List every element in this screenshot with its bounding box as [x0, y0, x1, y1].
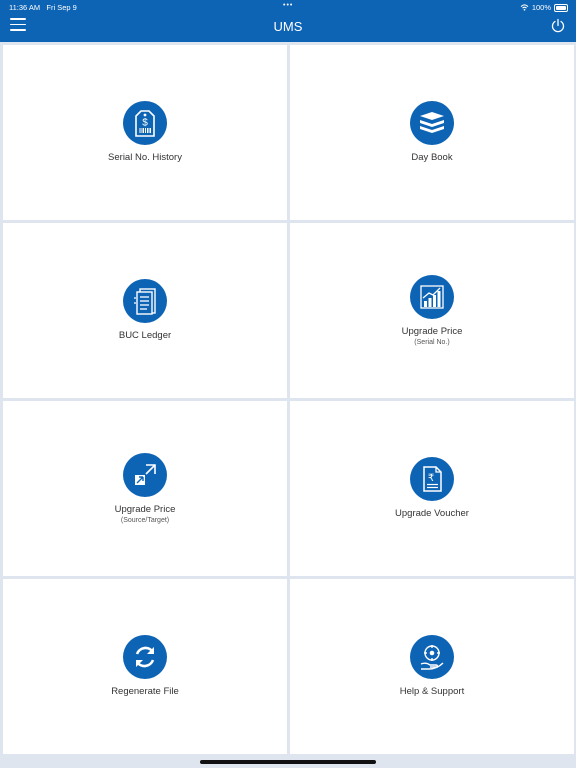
tile-label: Help & Support — [399, 686, 465, 697]
ledger-icon — [123, 279, 167, 323]
svg-text:$: $ — [142, 118, 148, 129]
tile-label: Day Book — [411, 152, 453, 163]
menu-grid: $ Serial No. History Day Book BUC Ledger… — [3, 45, 574, 755]
tile-label: Upgrade Price — [114, 503, 176, 515]
wifi-icon — [520, 4, 529, 11]
svg-text:₹: ₹ — [428, 473, 434, 484]
refresh-icon — [123, 635, 167, 679]
status-right: 100% — [520, 3, 568, 12]
tile-upgrade-voucher[interactable]: ₹ Upgrade Voucher — [290, 401, 574, 576]
page-title: UMS — [273, 19, 303, 34]
tile-upgrade-price-source-target[interactable]: Upgrade Price (Source/Target) — [3, 401, 287, 576]
status-time: 11:36 AM Fri Sep 9 — [9, 3, 77, 12]
tile-label: Upgrade Price — [401, 325, 463, 337]
battery-percent: 100% — [531, 3, 551, 12]
battery-icon — [554, 3, 568, 12]
top-bar: 11:36 AM Fri Sep 9 ••• 100% UMS — [0, 0, 576, 42]
price-tag-icon: $ — [123, 101, 167, 145]
tile-day-book[interactable]: Day Book — [290, 45, 574, 220]
home-indicator[interactable] — [200, 760, 376, 764]
tile-label: Serial No. History — [108, 152, 182, 163]
tile-buc-ledger[interactable]: BUC Ledger — [3, 223, 287, 398]
tile-upgrade-price-serial[interactable]: Upgrade Price (Serial No.) — [290, 223, 574, 398]
book-stack-icon — [410, 101, 454, 145]
rupee-voucher-icon: ₹ — [410, 457, 454, 501]
tile-sublabel: (Source/Target) — [120, 516, 170, 524]
tile-label: Upgrade Voucher — [395, 508, 469, 519]
tile-serial-no-history[interactable]: $ Serial No. History — [3, 45, 287, 220]
tile-label: Regenerate File — [111, 686, 179, 697]
growth-chart-icon — [410, 274, 454, 319]
support-icon — [410, 635, 454, 679]
multitasking-dots[interactable]: ••• — [283, 2, 293, 9]
upgrade-arrow-icon — [123, 452, 167, 497]
tile-label: BUC Ledger — [118, 330, 172, 341]
tile-sublabel: (Serial No.) — [414, 338, 450, 346]
tile-help-support[interactable]: Help & Support — [290, 579, 574, 754]
power-icon[interactable] — [550, 18, 566, 34]
tile-regenerate-file[interactable]: Regenerate File — [3, 579, 287, 754]
